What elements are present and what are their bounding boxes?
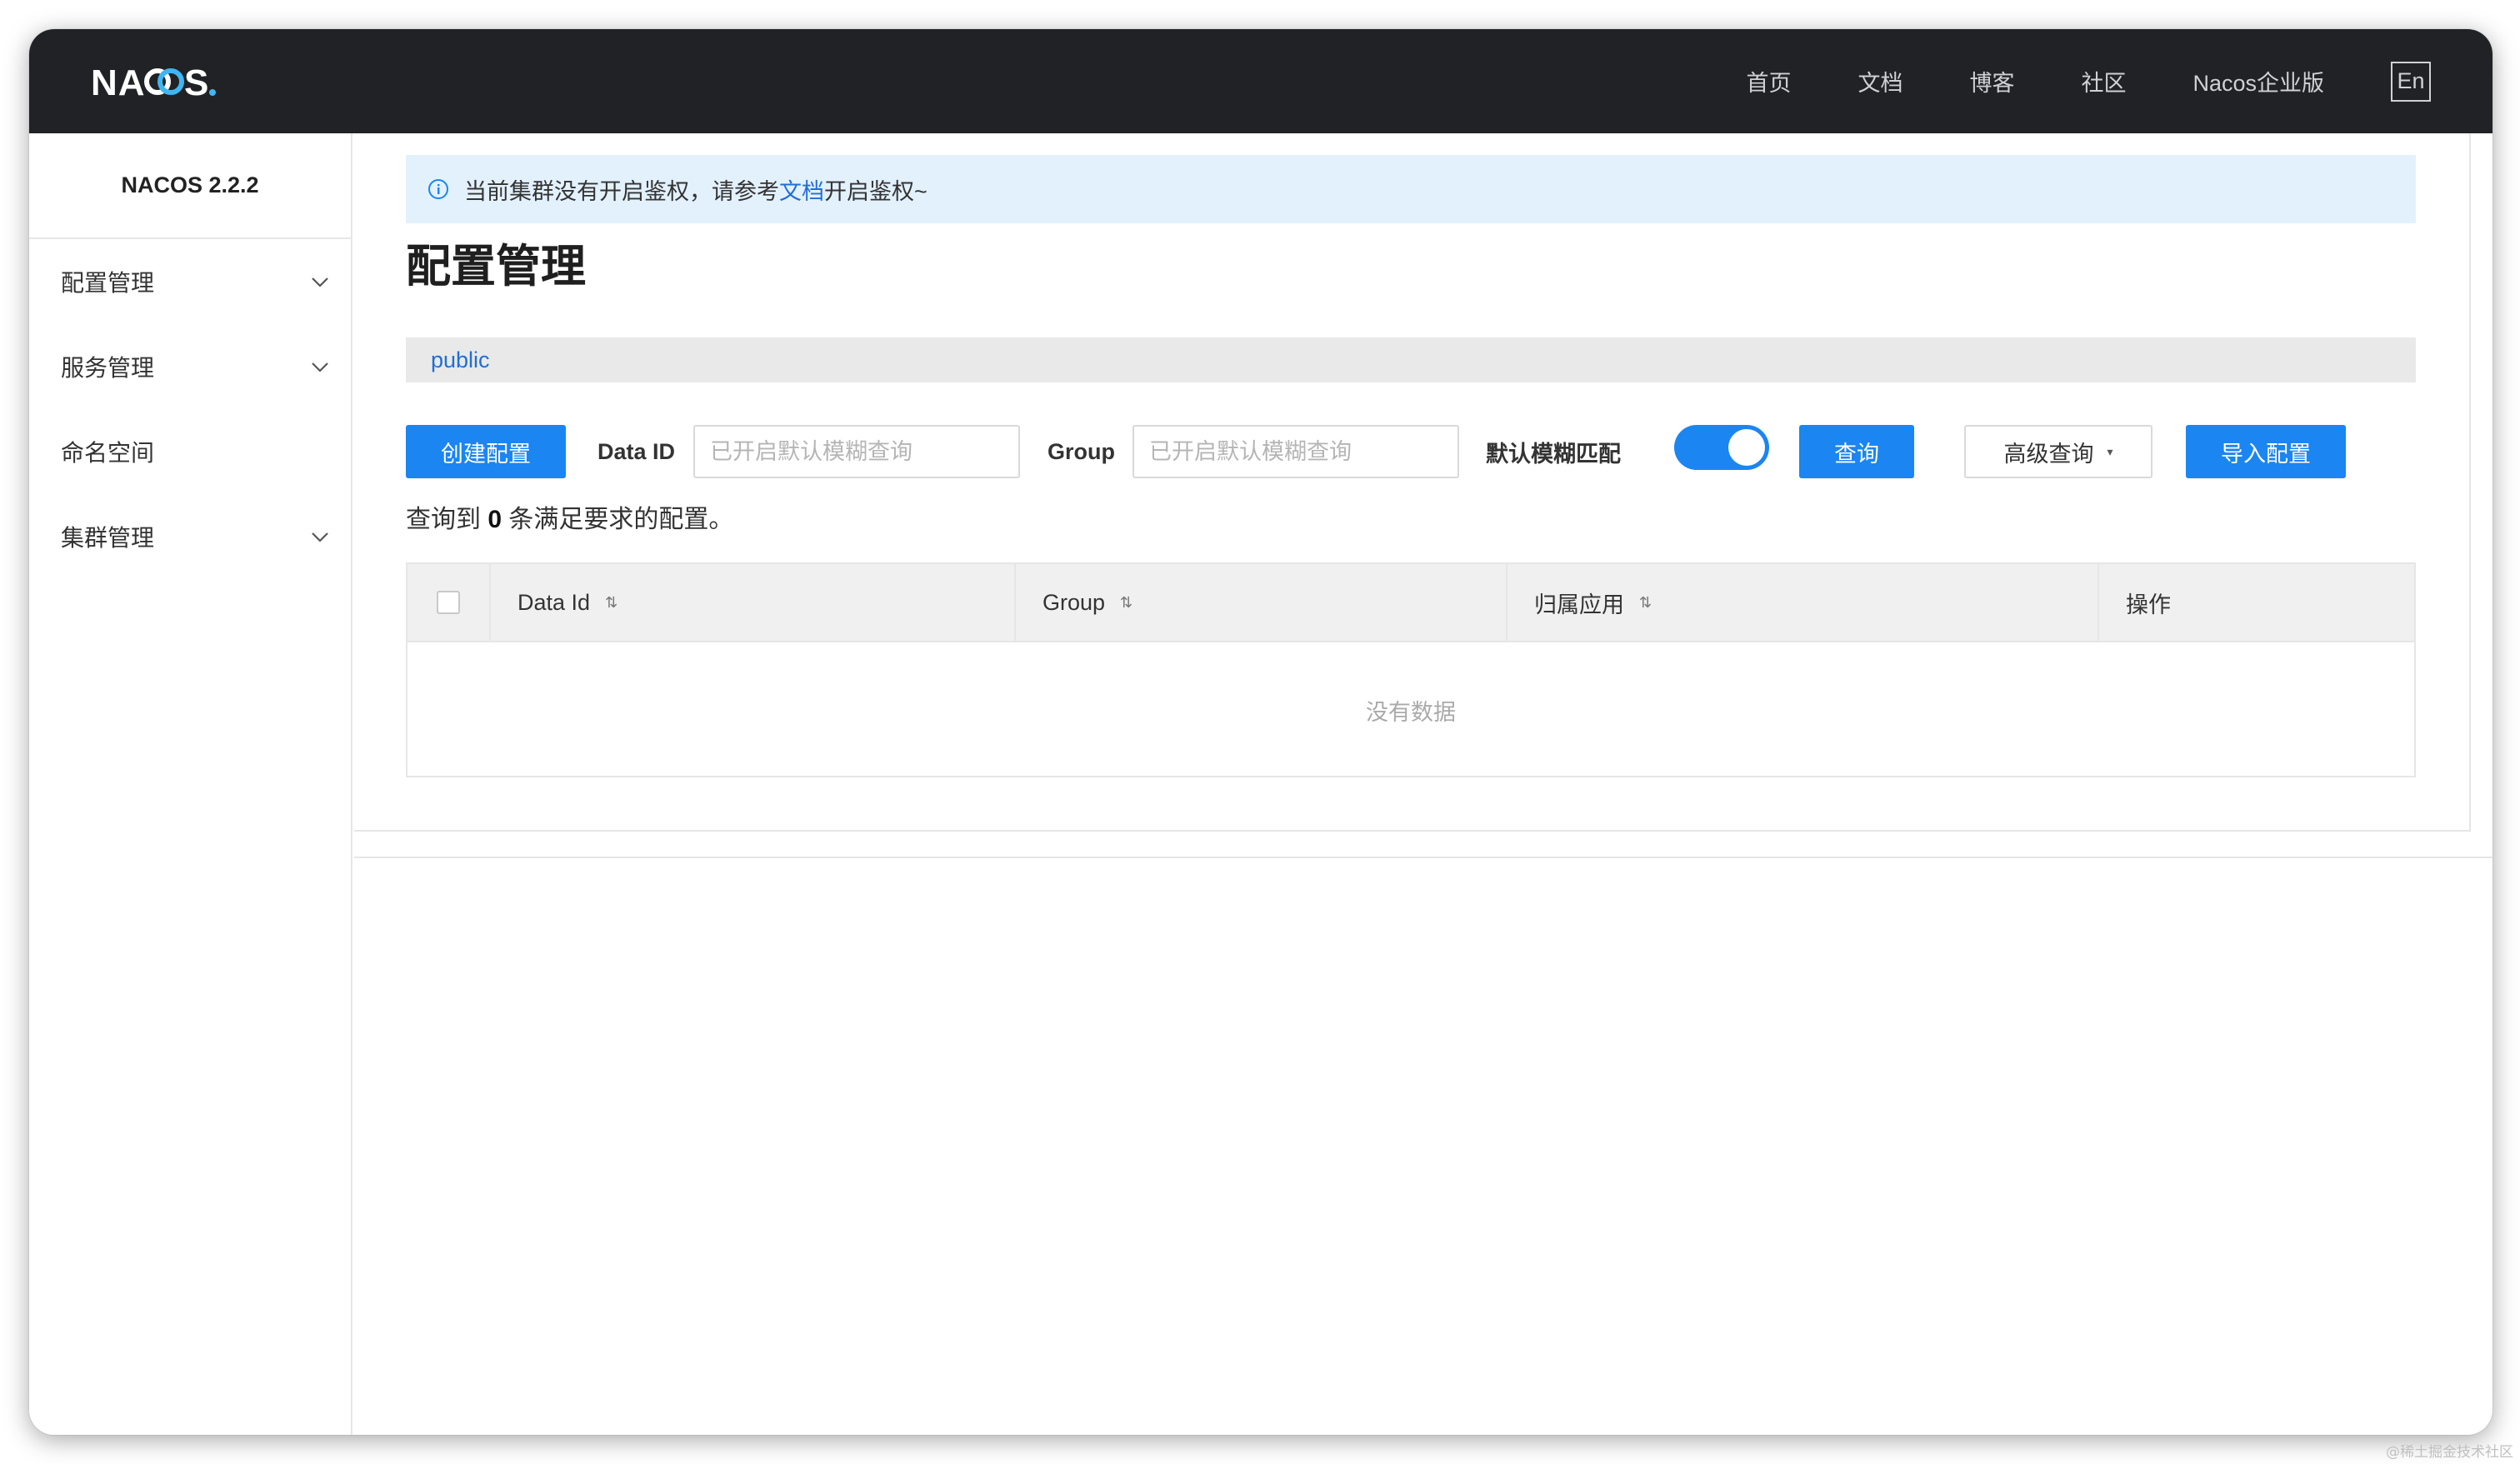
nav-home[interactable]: 首页 [1746,65,1791,97]
sidebar-item-cluster-management[interactable]: 集群管理 [29,494,351,579]
alert-text: 当前集群没有开启鉴权，请参考 [464,178,779,204]
sidebar-item-label: 配置管理 [61,270,155,296]
data-id-label: Data ID [598,438,676,464]
sort-icon[interactable]: ⇅ [1120,594,1132,612]
select-all-cell [408,564,491,641]
chevron-down-icon [312,532,328,542]
nav-enterprise[interactable]: Nacos企业版 [2192,65,2324,97]
sidebar-item-service-management[interactable]: 服务管理 [29,324,351,409]
select-all-checkbox[interactable] [437,591,460,614]
advanced-query-label: 高级查询 [2003,441,2094,467]
column-label: 归属应用 [1534,592,1624,617]
advanced-query-button[interactable]: 高级查询 ▾ [1964,425,2152,478]
query-button[interactable]: 查询 [1799,425,1914,478]
sidebar-item-label: 命名空间 [61,440,155,466]
column-actions: 操作 [2099,564,2414,641]
top-nav: 首页 文档 博客 社区 Nacos企业版 En [1746,29,2492,133]
summary-suffix: 条满足要求的配置。 [508,506,734,533]
alert-text-end: 开启鉴权~ [824,178,928,204]
column-app[interactable]: 归属应用 ⇅ [1508,564,2099,641]
table-header: Data Id ⇅ Group ⇅ 归属应用 ⇅ 操作 [408,564,2414,642]
sidebar-item-label: 服务管理 [61,355,155,381]
main-content: 当前集群没有开启鉴权，请参考 文档 开启鉴权~ 配置管理 public 创建配置 D… [354,133,2492,1435]
svg-text:S: S [184,62,208,103]
chevron-down-icon [312,362,328,372]
summary-count: 0 [488,506,502,533]
sidebar-item-label: 集群管理 [61,525,155,551]
nav-community[interactable]: 社区 [2081,65,2126,97]
column-label: 操作 [2126,592,2171,617]
query-summary: 查询到 0 条满足要求的配置。 [406,498,733,535]
sidebar: NACOS 2.2.2 配置管理 服务管理 命名空间 集群管理 [29,133,352,1435]
info-icon [428,179,448,199]
import-config-button[interactable]: 导入配置 [2186,425,2346,478]
namespace-bar: public [406,337,2416,382]
create-config-button[interactable]: 创建配置 [406,425,566,478]
sort-icon[interactable]: ⇅ [605,594,618,612]
column-label: Group [1042,589,1106,615]
top-header: NA S 首页 文档 博客 社区 Nacos企业版 En [29,29,2492,133]
column-label: Data Id [518,589,591,615]
app-window: NA S 首页 文档 博客 社区 Nacos企业版 En NACOS 2.2.2… [29,29,2492,1435]
column-group[interactable]: Group ⇅ [1016,564,1508,641]
auth-alert: 当前集群没有开启鉴权，请参考 文档 开启鉴权~ [406,155,2416,223]
version-label: NACOS 2.2.2 [29,133,351,239]
sort-icon[interactable]: ⇅ [1639,594,1652,612]
toggle-knob [1728,429,1765,466]
chevron-down-icon [312,277,328,287]
empty-state: 没有数据 [1366,699,1456,725]
chevron-down-icon: ▾ [2107,444,2113,458]
sidebar-item-config-management[interactable]: 配置管理 [29,239,351,324]
page-title: 配置管理 [406,242,586,292]
content-panel: 当前集群没有开启鉴权，请参考 文档 开启鉴权~ 配置管理 public 创建配置 D… [354,133,2471,832]
nacos-logo[interactable]: NA S [91,57,258,106]
sidebar-item-namespace[interactable]: 命名空间 [29,409,351,494]
fuzzy-match-label: 默认模糊匹配 [1486,441,1621,467]
alert-docs-link[interactable]: 文档 [779,173,824,206]
summary-prefix: 查询到 [406,506,481,533]
fuzzy-match-toggle[interactable] [1674,425,1769,470]
watermark: @稀土掘金技术社区 [2386,1444,2513,1461]
config-table: Data Id ⇅ Group ⇅ 归属应用 ⇅ 操作 没有数据 [406,562,2416,777]
nav-blog[interactable]: 博客 [1969,65,2014,97]
group-input[interactable] [1132,425,1459,478]
column-data-id[interactable]: Data Id ⇅ [491,564,1016,641]
query-toolbar: 创建配置 Data ID Group 默认模糊匹配 查询 高级查询 ▾ 导入配置 [406,425,2422,480]
namespace-public-link[interactable]: public [431,347,490,373]
data-id-input[interactable] [693,425,1020,478]
language-switch-button[interactable]: En [2391,61,2431,102]
footer-divider [354,857,2492,858]
group-label: Group [1048,438,1115,464]
nav-docs[interactable]: 文档 [1858,65,1902,97]
svg-text:NA: NA [91,62,146,103]
